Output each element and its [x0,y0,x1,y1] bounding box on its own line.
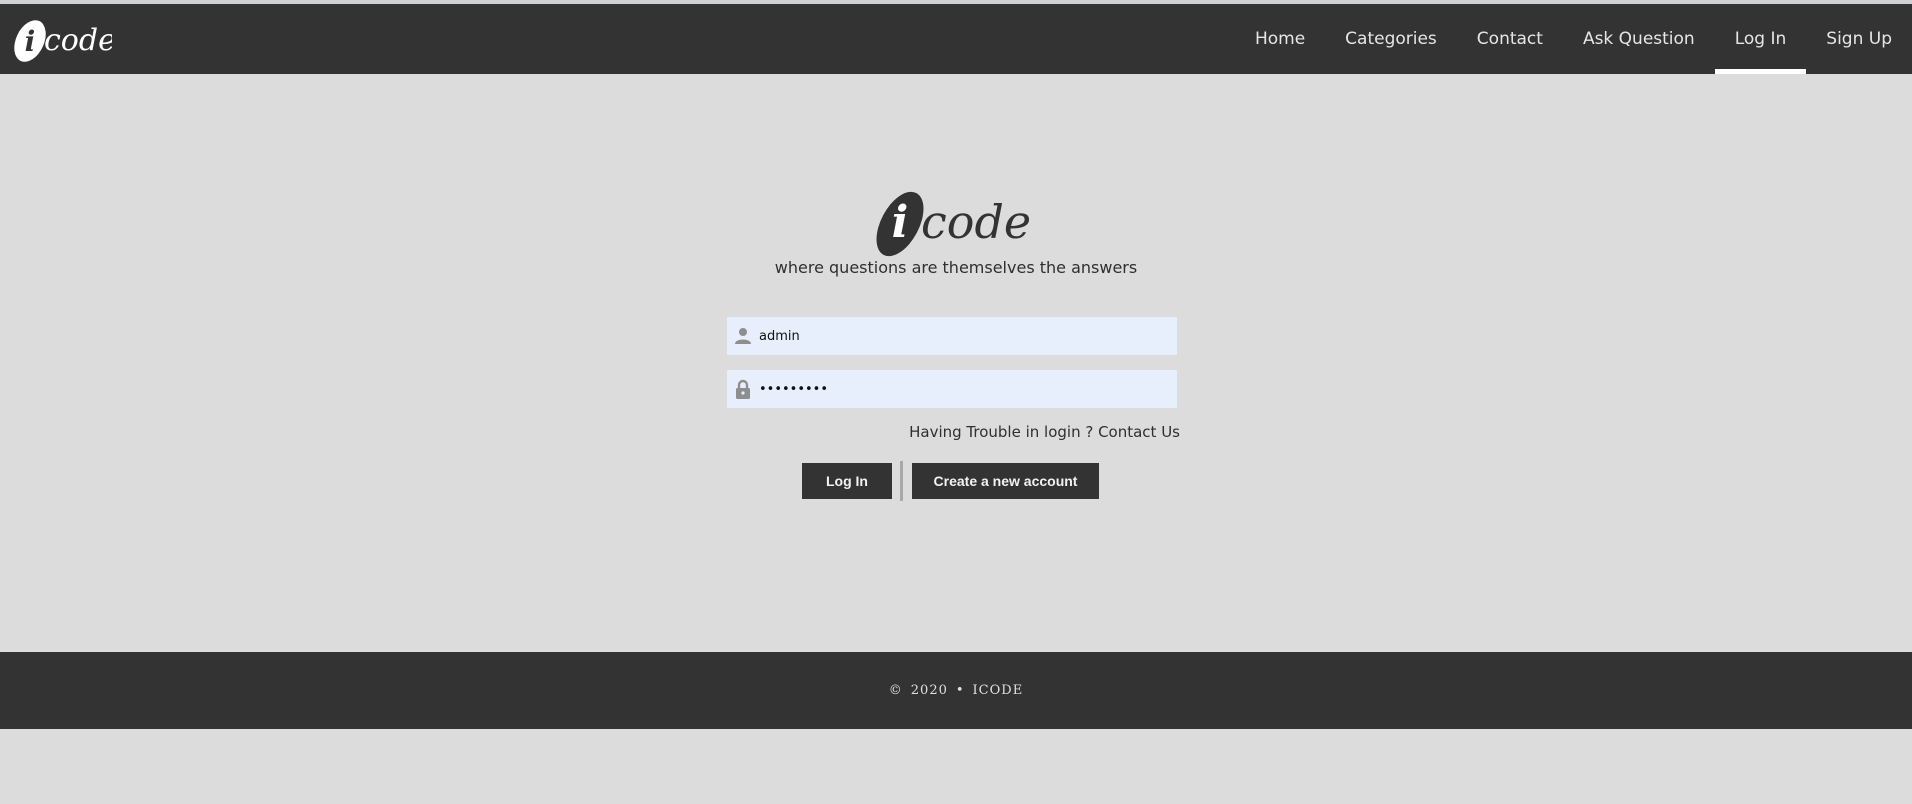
nav-contact[interactable]: Contact [1457,4,1563,74]
nav-categories[interactable]: Categories [1325,4,1457,74]
user-icon [727,317,759,355]
trouble-login-link[interactable]: Having Trouble in login ? Contact Us [909,423,1180,441]
navbar: i code Home Categories Contact Ask Quest… [0,4,1912,74]
brand-logo[interactable]: i code [8,14,112,64]
nav-sign-up[interactable]: Sign Up [1806,4,1912,74]
footer: © 2020 • ICODE [0,652,1912,729]
lock-icon [727,370,759,408]
nav-links: Home Categories Contact Ask Question Log… [1235,4,1912,74]
nav-ask-question[interactable]: Ask Question [1563,4,1715,74]
create-account-button[interactable]: Create a new account [912,463,1099,499]
footer-separator: • [955,683,965,698]
hero-logo-word: code [921,195,1031,249]
tagline: where questions are themselves the answe… [774,258,1138,277]
password-field [727,370,1177,408]
password-input[interactable] [759,371,1177,407]
log-in-button[interactable]: Log In [802,463,892,499]
nav-home[interactable]: Home [1235,4,1325,74]
hero-logo: i code [870,184,1040,268]
nav-log-in[interactable]: Log In [1714,4,1807,74]
username-input[interactable] [759,318,1177,354]
copyright-symbol: © [888,683,903,698]
hero-logo-letter: i [892,197,909,248]
button-divider [900,461,903,501]
footer-copyright: © 2020 • ICODE [889,683,1023,698]
username-field [727,317,1177,355]
footer-brand: ICODE [972,683,1024,698]
footer-year: 2020 [910,683,948,698]
brand-logo-letter: i [25,25,36,58]
brand-logo-word: code [44,23,112,58]
